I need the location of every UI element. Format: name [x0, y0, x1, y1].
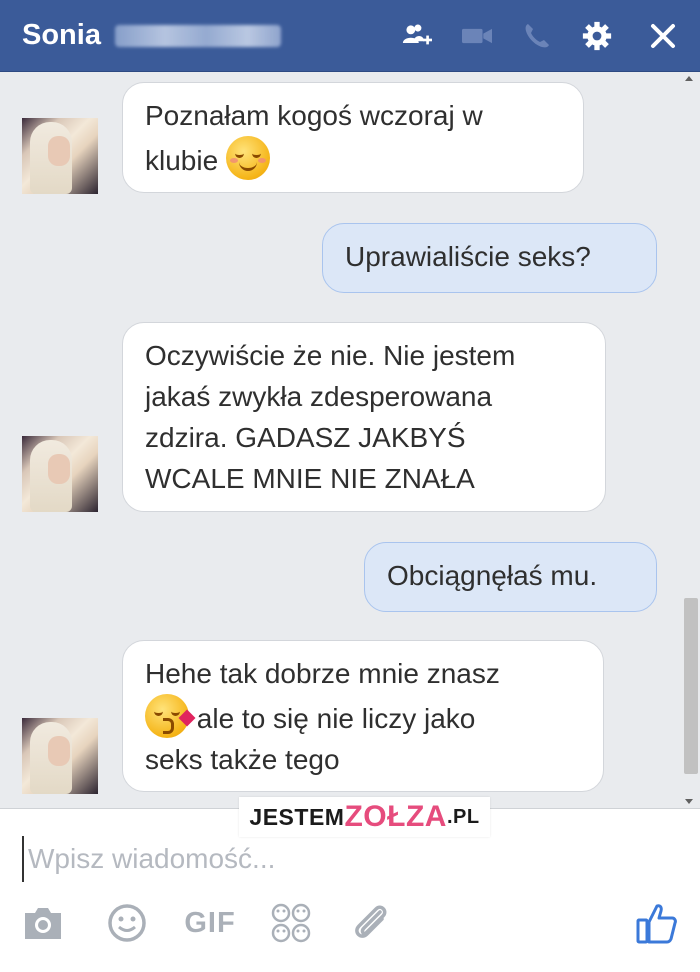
message-text: seks także tego	[145, 744, 340, 775]
scroll-up-arrow[interactable]	[685, 76, 693, 81]
contact-avatar[interactable]	[22, 436, 98, 512]
message-text: jakaś zwykła zdesperowana	[145, 381, 493, 412]
message-bubble-outgoing: Uprawialiście seks?	[322, 223, 657, 293]
message-text: Uprawialiście seks?	[345, 241, 591, 272]
like-icon[interactable]	[634, 900, 680, 946]
message-bubble-incoming: Oczywiście że nie. Nie jestem jakaś zwyk…	[122, 322, 606, 512]
gif-icon[interactable]: GIF	[184, 900, 236, 946]
watermark-logo: JESTEM ZOŁZA .PL	[239, 797, 490, 837]
message-text: Oczywiście że nie. Nie jestem	[145, 340, 516, 371]
message-text: zdzira. GADASZ JAKBYŚ	[145, 422, 466, 453]
gif-label: GIF	[184, 906, 236, 939]
message-text: klubie	[145, 145, 219, 176]
scroll-down-arrow[interactable]	[685, 799, 693, 804]
scroll-thumb[interactable]	[684, 598, 698, 774]
message-text: Obciągnęłaś mu.	[387, 560, 598, 591]
camera-icon[interactable]	[20, 900, 66, 946]
attachment-icon[interactable]	[348, 900, 394, 946]
close-icon[interactable]	[648, 21, 678, 51]
smiling-face-icon	[225, 136, 270, 180]
contact-avatar[interactable]	[22, 718, 98, 794]
message-text: ale to się nie liczy jako	[196, 703, 476, 734]
message-bubble-incoming: Poznałam kogoś wczoraj w klubie	[122, 82, 584, 193]
kissing-face-icon	[145, 694, 196, 738]
message-text: Hehe tak dobrze mnie znasz	[145, 658, 500, 689]
message-bubble-incoming: Hehe tak dobrze mnie znasz ale to się ni…	[122, 640, 604, 792]
scrollbar[interactable]	[678, 72, 700, 808]
emoji-icon[interactable]	[104, 900, 150, 946]
contact-avatar[interactable]	[22, 118, 98, 194]
message-bubble-outgoing: Obciągnęłaś mu.	[364, 542, 657, 612]
chat-header: Sonia	[0, 0, 700, 72]
message-text: Poznałam kogoś wczoraj w	[145, 100, 483, 131]
video-call-icon[interactable]	[462, 21, 492, 51]
watermark-part-2: ZOŁZA	[344, 800, 447, 833]
blurred-surname	[114, 24, 281, 47]
watermark-part-1: JESTEM	[249, 803, 345, 830]
add-person-icon[interactable]	[402, 21, 432, 51]
contact-name[interactable]: Sonia	[22, 19, 101, 52]
message-input[interactable]	[22, 836, 630, 882]
message-text: WCALE MNIE NIE ZNAŁA	[145, 463, 475, 494]
phone-icon[interactable]	[522, 21, 552, 51]
watermark-part-3: .PL	[446, 805, 480, 828]
gear-icon[interactable]	[582, 21, 612, 51]
stickers-icon[interactable]	[268, 900, 314, 946]
